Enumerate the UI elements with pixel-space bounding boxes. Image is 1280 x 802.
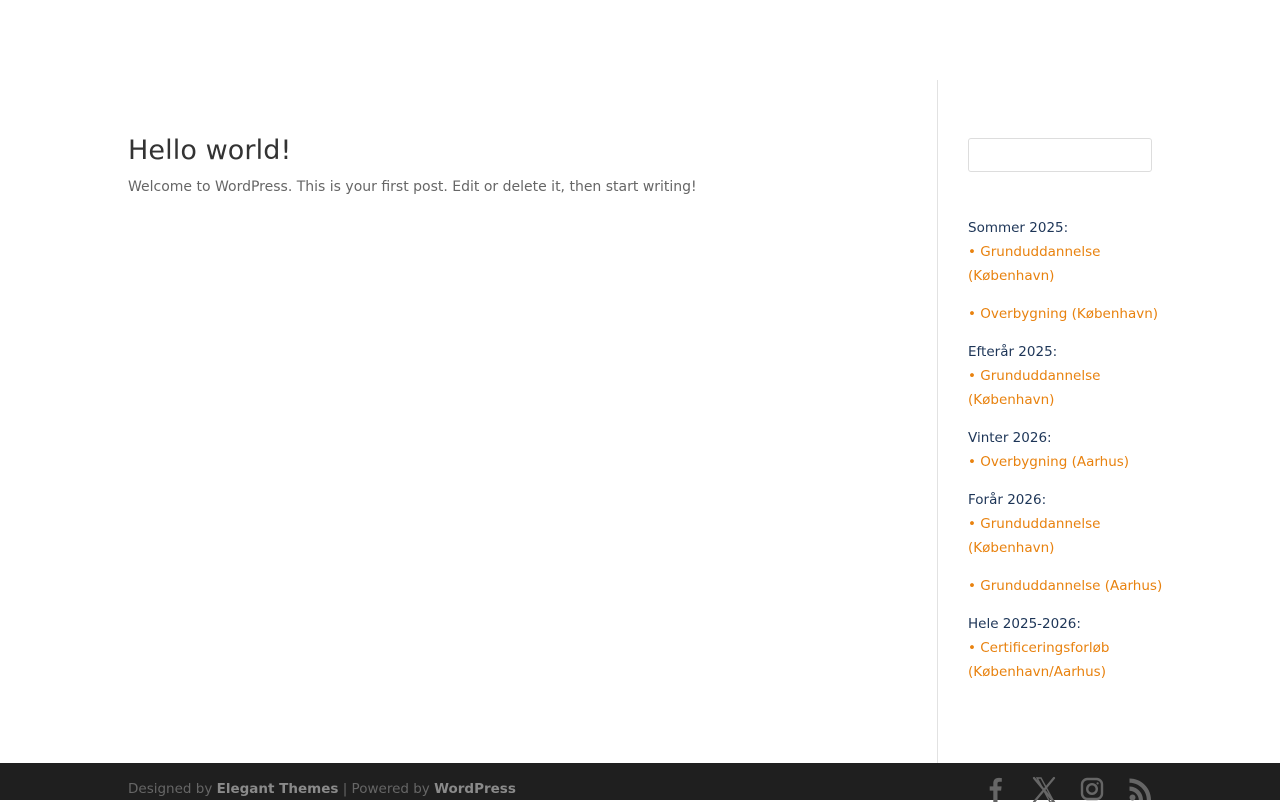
season-efteraar-2025: Efterår 2025: • Grunduddannelse (Københa… (968, 340, 1168, 412)
post: Hello world! Welcome to WordPress. This … (128, 133, 888, 197)
x-icon[interactable] (1032, 776, 1056, 802)
course-link[interactable]: • Grunduddannelse (Aarhus) (968, 574, 1168, 598)
course-link[interactable]: • Overbygning (Aarhus) (968, 450, 1168, 474)
season-heading: Forår 2026: (968, 492, 1047, 508)
course-link[interactable]: • Certificeringsforløb (København/Aarhus… (968, 636, 1168, 684)
season-heading: Hele 2025-2026: (968, 616, 1081, 632)
sidebar-divider (937, 80, 938, 763)
wordpress-link[interactable]: WordPress (434, 781, 516, 797)
powered-by-text: | Powered by (338, 781, 435, 797)
instagram-icon[interactable] (1080, 776, 1104, 802)
social-links (984, 776, 1152, 802)
sidebar: Sommer 2025: • Grunduddannelse (Københav… (968, 138, 1168, 698)
post-excerpt: Welcome to WordPress. This is your first… (128, 179, 697, 195)
season-heading: Sommer 2025: (968, 220, 1069, 236)
course-link[interactable]: • Grunduddannelse (København) (968, 364, 1168, 412)
season-heading: Vinter 2026: (968, 430, 1052, 446)
course-link[interactable]: • Grunduddannelse (København) (968, 240, 1168, 288)
season-sommer-2025: Sommer 2025: • Grunduddannelse (Københav… (968, 216, 1168, 326)
main-content-area: Hello world! Welcome to WordPress. This … (0, 0, 1280, 763)
course-schedule: Sommer 2025: • Grunduddannelse (Københav… (968, 216, 1168, 684)
footer: Designed by Elegant Themes | Powered by … (0, 763, 1280, 802)
season-vinter-2026: Vinter 2026: • Overbygning (Aarhus) (968, 426, 1168, 474)
search-input[interactable] (968, 138, 1152, 172)
season-foraar-2026: Forår 2026: • Grunduddannelse (København… (968, 488, 1168, 598)
season-hele-2025-2026: Hele 2025-2026: • Certificeringsforløb (… (968, 612, 1168, 684)
footer-credits: Designed by Elegant Themes | Powered by … (128, 779, 516, 799)
post-title[interactable]: Hello world! (128, 133, 888, 169)
rss-icon[interactable] (1128, 776, 1152, 802)
season-heading: Efterår 2025: (968, 344, 1058, 360)
course-link[interactable]: • Grunduddannelse (København) (968, 512, 1168, 560)
elegant-themes-link[interactable]: Elegant Themes (217, 781, 339, 797)
course-link[interactable]: • Overbygning (København) (968, 302, 1168, 326)
facebook-icon[interactable] (984, 776, 1008, 802)
designed-by-text: Designed by (128, 781, 217, 797)
